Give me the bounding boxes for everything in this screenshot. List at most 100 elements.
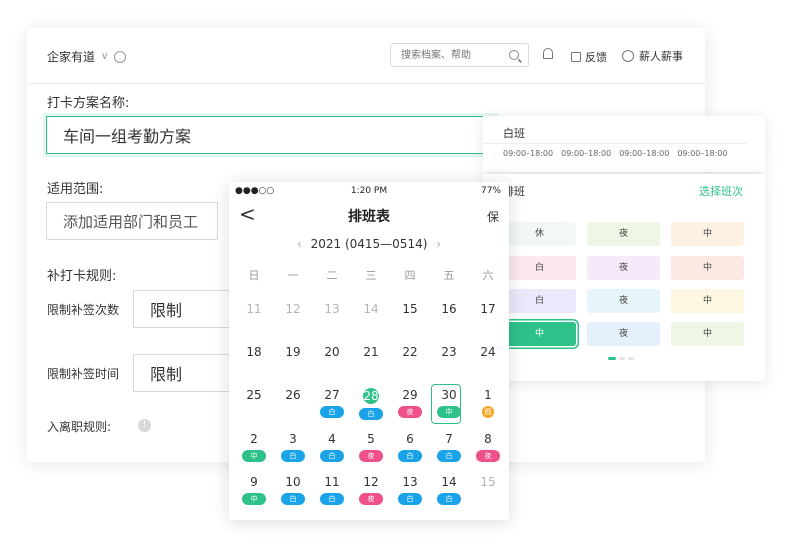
search-icon[interactable] xyxy=(509,50,519,60)
search-input[interactable] xyxy=(401,48,501,62)
calendar-day[interactable]: 5夜 xyxy=(354,432,388,462)
shift-badge: 白 xyxy=(398,450,422,462)
calendar-day[interactable]: 10 白 xyxy=(276,475,310,505)
calendar-day[interactable]: 30 中 xyxy=(432,388,466,418)
day-number: 3 xyxy=(289,432,297,446)
calendar-day[interactable]: 8夜 xyxy=(471,432,505,462)
calendar-day[interactable]: 11 白 xyxy=(315,475,349,505)
plan-name-input[interactable]: 车间一组考勤方案 xyxy=(46,116,496,154)
day-number: 5 xyxy=(367,432,375,446)
prev-period-button[interactable]: ‹ xyxy=(297,237,302,251)
calendar-day[interactable]: 19 xyxy=(276,345,310,359)
shift-option[interactable]: 夜 xyxy=(587,256,660,280)
day-number: 17 xyxy=(480,302,496,316)
weekday-label: 六 xyxy=(482,269,494,282)
limit-time-select[interactable]: 限制 xyxy=(133,354,233,392)
calendar-day[interactable]: 12 xyxy=(276,302,310,316)
shift-badge: 假 xyxy=(482,406,494,418)
info-icon[interactable]: ! xyxy=(138,419,151,432)
limit-count-select[interactable]: 限制 xyxy=(133,290,233,328)
calendar-day[interactable]: 2中 xyxy=(237,432,271,462)
calendar-day[interactable]: 17 xyxy=(471,302,505,316)
calendar-day[interactable]: 26 xyxy=(276,388,310,402)
calendar-day[interactable]: 28 白 xyxy=(354,388,388,420)
day-number: 12 xyxy=(363,475,379,489)
day-number: 7 xyxy=(445,432,453,446)
scope-input[interactable]: 添加适用部门和员工 xyxy=(46,202,218,240)
shift-option[interactable]: 中 xyxy=(671,222,744,246)
calendar-day[interactable]: 9中 xyxy=(237,475,271,505)
makeup-rule-label: 补打卡规则: xyxy=(47,269,117,284)
shift-time: 09:00–18:00 xyxy=(503,149,554,158)
shift-badge: 白 xyxy=(437,493,461,505)
calendar-day[interactable]: 27 白 xyxy=(315,388,349,418)
day-number: 2 xyxy=(250,432,258,446)
shift-option[interactable]: 夜 xyxy=(587,322,660,346)
shift-option[interactable]: 中 xyxy=(671,289,744,313)
calendar-day[interactable]: 13 xyxy=(315,302,349,316)
calendar-day[interactable]: 25 xyxy=(237,388,271,402)
day-number: 8 xyxy=(484,432,492,446)
pager-dot[interactable] xyxy=(628,357,634,360)
weekday-label: 四 xyxy=(404,269,416,282)
shift-option[interactable]: 休 xyxy=(503,222,576,246)
calendar-day[interactable]: 15 xyxy=(393,302,427,316)
shift-badge: 白 xyxy=(437,450,461,462)
pager-dot[interactable] xyxy=(608,357,616,360)
search-box[interactable] xyxy=(390,43,529,67)
calendar-day[interactable]: 22 xyxy=(393,345,427,359)
calendar-day[interactable]: 3白 xyxy=(276,432,310,462)
day-number: 23 xyxy=(441,345,457,359)
edit-icon xyxy=(571,52,581,62)
shift-badge: 白 xyxy=(320,406,344,418)
shift-option[interactable]: 夜 xyxy=(587,289,660,313)
day-number: 21 xyxy=(363,345,379,359)
calendar-day[interactable]: 16 xyxy=(432,302,466,316)
user-menu[interactable]: 薪人薪事 xyxy=(622,48,683,64)
calendar-day[interactable]: 20 xyxy=(315,345,349,359)
calendar-day[interactable]: 29 夜 xyxy=(393,388,427,418)
weekday-label: 五 xyxy=(443,269,455,282)
bell-icon[interactable] xyxy=(543,48,553,59)
calendar-day[interactable]: 21 xyxy=(354,345,388,359)
calendar-day[interactable]: 13 白 xyxy=(393,475,427,505)
calendar-day[interactable]: 6白 xyxy=(393,432,427,462)
choose-shift-link[interactable]: 选择班次 xyxy=(699,183,743,199)
weekday-label: 二 xyxy=(326,269,338,282)
day-number: 22 xyxy=(402,345,418,359)
calendar-day[interactable]: 11 xyxy=(237,302,271,316)
day-number: 13 xyxy=(402,475,418,489)
shift-option[interactable]: 中 xyxy=(503,322,576,346)
weekday-label: 日 xyxy=(248,269,260,282)
company-switcher[interactable]: 企家有道 ∨ xyxy=(47,48,127,65)
shift-option[interactable]: 中 xyxy=(671,256,744,280)
calendar-day[interactable]: 23 xyxy=(432,345,466,359)
day-number: 11 xyxy=(324,475,340,489)
gear-icon[interactable] xyxy=(114,50,127,63)
date-range: 2021 (0415—0514) xyxy=(310,237,428,251)
save-button[interactable]: 保 xyxy=(487,208,499,225)
calendar-day[interactable]: 14 xyxy=(354,302,388,316)
calendar-day[interactable]: 1假 xyxy=(471,388,505,418)
pager-dot[interactable] xyxy=(619,357,625,360)
calendar-day[interactable]: 14 白 xyxy=(432,475,466,505)
day-number: 18 xyxy=(246,345,262,359)
next-period-button[interactable]: › xyxy=(436,237,441,251)
battery-level: 77% xyxy=(480,186,501,196)
calendar-day[interactable]: 12 夜 xyxy=(354,475,388,505)
shift-option[interactable]: 中 xyxy=(671,322,744,346)
shift-time: 09:00–18:00 xyxy=(561,149,612,158)
shift-option[interactable]: 夜 xyxy=(587,222,660,246)
calendar-day[interactable]: 4白 xyxy=(315,432,349,462)
day-number: 10 xyxy=(285,475,301,489)
day-number: 29 xyxy=(402,388,418,402)
calendar-day[interactable]: 24 xyxy=(471,345,505,359)
feedback-button[interactable]: 反馈 xyxy=(571,49,607,65)
shift-badge: 中 xyxy=(437,406,461,418)
calendar-day[interactable]: 15 xyxy=(471,475,505,489)
shift-option[interactable]: 白 xyxy=(503,289,576,313)
calendar-day[interactable]: 7白 xyxy=(432,432,466,462)
calendar-day[interactable]: 18 xyxy=(237,345,271,359)
shift-option[interactable]: 白 xyxy=(503,256,576,280)
pager-dots xyxy=(608,357,634,360)
